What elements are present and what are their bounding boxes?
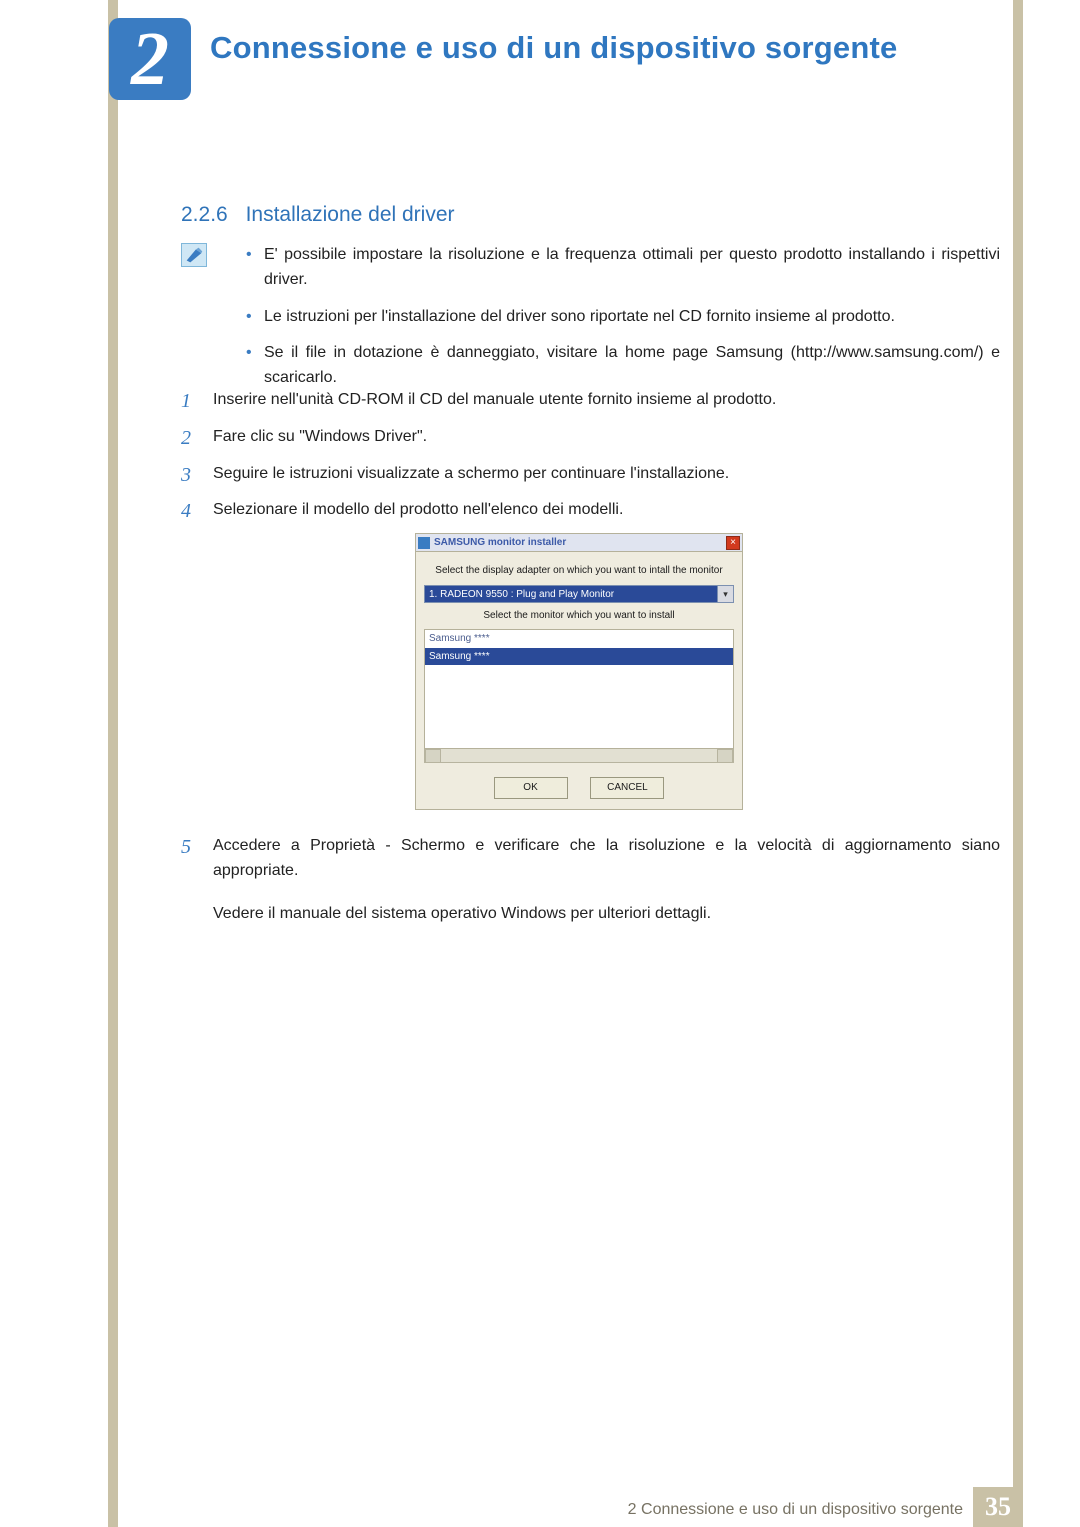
step-item: 1 Inserire nell'unità CD-ROM il CD del m… — [181, 388, 1000, 413]
step-text: Seguire le istruzioni visualizzate a sch… — [213, 465, 729, 482]
close-button[interactable]: × — [726, 536, 740, 550]
chapter-number-badge: 2 — [109, 18, 191, 100]
step-text: Selezionare il modello del prodotto nell… — [213, 501, 623, 518]
page-footer: 2 Connessione e uso di un dispositivo so… — [0, 1487, 1080, 1527]
monitor-label: Select the monitor which you want to ins… — [424, 608, 734, 624]
adapter-dropdown[interactable]: 1. RADEON 9550 : Plug and Play Monitor ▾ — [424, 585, 734, 603]
button-row: OK CANCEL — [424, 777, 734, 799]
step-item: 2 Fare clic su "Windows Driver". — [181, 425, 1000, 450]
installer-title: SAMSUNG monitor installer — [434, 535, 726, 551]
footer-text: 2 Connessione e uso di un dispositivo so… — [628, 1501, 963, 1519]
step-tail: Vedere il manuale del sistema operativo … — [213, 905, 711, 922]
step-item: 5 Accedere a Proprietà - Schermo e verif… — [181, 834, 1000, 884]
step-number: 3 — [181, 460, 191, 491]
section-heading: 2.2.6 Installazione del driver — [181, 203, 455, 227]
page-number: 35 — [973, 1487, 1023, 1527]
adapter-label: Select the display adapter on which you … — [424, 563, 734, 579]
list-item-selected[interactable]: Samsung **** — [425, 648, 733, 666]
horizontal-scrollbar[interactable] — [424, 749, 734, 763]
step-text: Accedere a Proprietà - Schermo e verific… — [213, 837, 1000, 879]
chapter-title: Connessione e uso di un dispositivo sorg… — [210, 30, 990, 66]
app-icon — [418, 537, 430, 549]
step-number: 2 — [181, 423, 191, 454]
step5-block: 5 Accedere a Proprietà - Schermo e verif… — [181, 834, 1000, 944]
note-icon — [181, 243, 207, 267]
left-accent-strip — [108, 0, 118, 1527]
right-accent-strip — [1013, 0, 1023, 1527]
section-title: Installazione del driver — [246, 203, 455, 226]
list-item[interactable]: Samsung **** — [425, 630, 733, 648]
step-text: Fare clic su "Windows Driver". — [213, 428, 427, 445]
note-item: Le istruzioni per l'installazione del dr… — [238, 305, 1000, 330]
step-item: 3 Seguire le istruzioni visualizzate a s… — [181, 462, 1000, 487]
ok-button[interactable]: OK — [494, 777, 568, 799]
step-number: 1 — [181, 386, 191, 417]
step-text: Inserire nell'unità CD-ROM il CD del man… — [213, 391, 776, 408]
note-item: Se il file in dotazione è danneggiato, v… — [238, 341, 1000, 391]
chevron-down-icon[interactable]: ▾ — [717, 586, 733, 602]
dropdown-value: 1. RADEON 9550 : Plug and Play Monitor — [425, 586, 717, 602]
cancel-button[interactable]: CANCEL — [590, 777, 664, 799]
section-number: 2.2.6 — [181, 203, 228, 226]
installer-body: Select the display adapter on which you … — [416, 552, 742, 809]
installer-screenshot: SAMSUNG monitor installer × Select the d… — [415, 533, 743, 810]
note-item: E' possibile impostare la risoluzione e … — [238, 243, 1000, 293]
note-list: E' possibile impostare la risoluzione e … — [238, 243, 1000, 403]
step-item: 4 Selezionare il modello del prodotto ne… — [181, 498, 1000, 809]
monitor-listbox[interactable]: Samsung **** Samsung **** — [424, 629, 734, 749]
step-tail-text: Vedere il manuale del sistema operativo … — [181, 902, 1000, 927]
numbered-steps: 1 Inserire nell'unità CD-ROM il CD del m… — [181, 388, 1000, 822]
installer-titlebar: SAMSUNG monitor installer × — [416, 534, 742, 552]
step-number: 5 — [181, 832, 191, 863]
step-number: 4 — [181, 496, 191, 527]
